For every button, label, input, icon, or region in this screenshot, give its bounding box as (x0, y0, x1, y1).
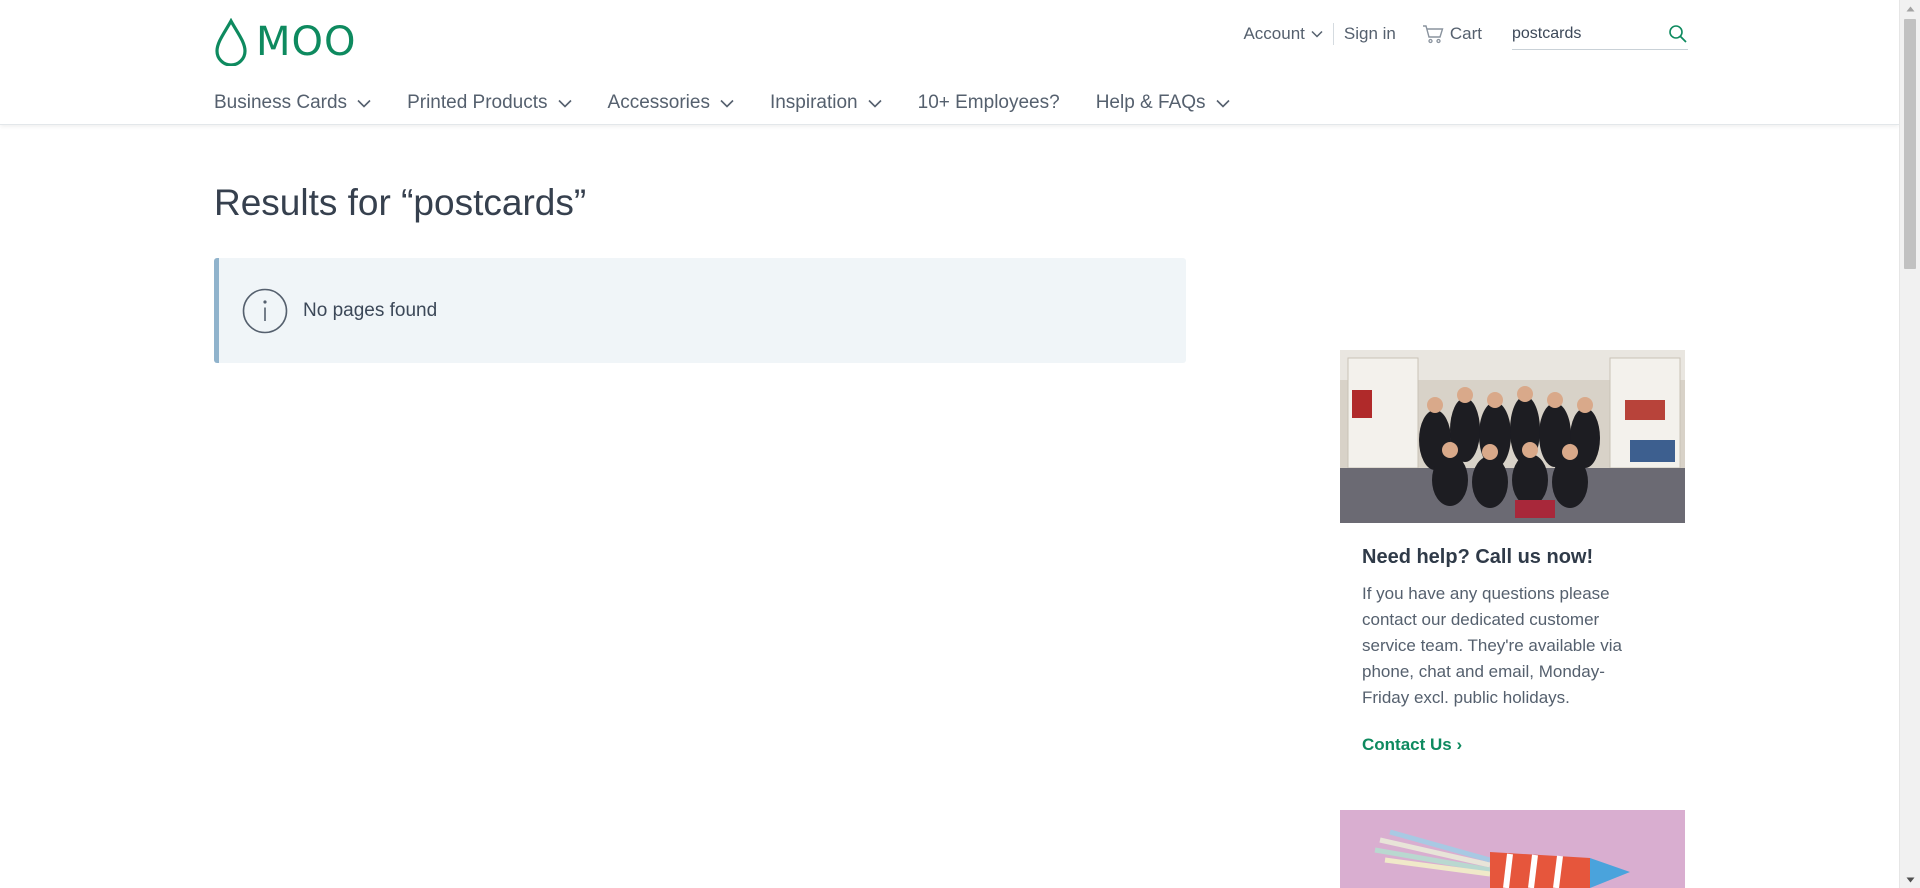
nav-item-accessories[interactable]: Accessories (608, 92, 734, 114)
nav-item-label: Inspiration (769, 92, 858, 113)
promo-image[interactable] (1340, 810, 1685, 888)
page-title: Results for “postcards” (214, 182, 587, 223)
account-label: Account (1243, 24, 1305, 43)
help-card: Need help? Call us now! If you have any … (1340, 523, 1685, 775)
cart-link[interactable]: Cart (1422, 24, 1482, 44)
nav-item-label: Business Cards (214, 92, 348, 113)
search-icon[interactable] (1668, 24, 1688, 44)
chevron-down-icon (868, 99, 882, 108)
nav-item-printed-products[interactable]: Printed Products (407, 92, 572, 114)
scroll-thumb[interactable] (1904, 19, 1916, 269)
nav-item-label: Help & FAQs (1095, 92, 1206, 113)
help-title: Need help? Call us now! (1362, 546, 1594, 568)
search-input[interactable] (1512, 24, 1652, 43)
chevron-up-icon (1906, 6, 1915, 11)
nav-item-help-faqs[interactable]: Help & FAQs (1096, 92, 1230, 114)
main-nav: Business Cards Printed Products Accessor… (214, 92, 1266, 114)
utility-bar: Account Sign in Cart (1243, 18, 1688, 50)
contact-us-link[interactable]: Contact Us › (1362, 735, 1462, 755)
chevron-down-icon (1311, 30, 1323, 38)
scroll-down-arrow[interactable] (1900, 871, 1920, 888)
nav-item-inspiration[interactable]: Inspiration (770, 92, 882, 114)
chevron-down-icon (720, 99, 734, 108)
search-box (1512, 18, 1688, 50)
scroll-up-arrow[interactable] (1900, 0, 1920, 17)
no-results-notice: No pages found (214, 258, 1186, 363)
cart-icon (1422, 25, 1444, 44)
account-menu[interactable]: Account (1243, 24, 1323, 44)
chevron-down-icon (1215, 99, 1230, 108)
help-text: If you have any questions please contact… (1362, 584, 1622, 707)
logo-text: MOO (256, 19, 357, 65)
nav-item-business-cards[interactable]: Business Cards (214, 92, 371, 114)
chevron-down-icon (1906, 877, 1915, 882)
site-header: MOO Account Sign in Cart postcards Busin… (0, 0, 1899, 125)
nav-item-label: Accessories (607, 92, 710, 113)
team-photo (1340, 350, 1685, 523)
nav-item-employees[interactable]: 10+ Employees? (918, 92, 1060, 114)
nav-item-label: Printed Products (407, 92, 548, 113)
cart-label: Cart (1449, 24, 1482, 43)
chevron-down-icon (557, 99, 572, 108)
vertical-scrollbar[interactable] (1899, 0, 1920, 888)
moo-drop-logo-icon (215, 18, 247, 66)
info-icon (242, 288, 288, 333)
chevron-down-icon (357, 99, 371, 108)
divider (1332, 23, 1334, 45)
moo-logo[interactable]: MOO (214, 18, 356, 66)
sign-in-label: Sign in (1343, 24, 1396, 43)
sign-in-link[interactable]: Sign in (1344, 24, 1396, 44)
team-photo-image (1340, 350, 1685, 523)
nav-item-label: 10+ Employees? (917, 92, 1060, 113)
promo-artwork (1340, 810, 1685, 888)
no-results-message: No pages found (303, 299, 438, 321)
